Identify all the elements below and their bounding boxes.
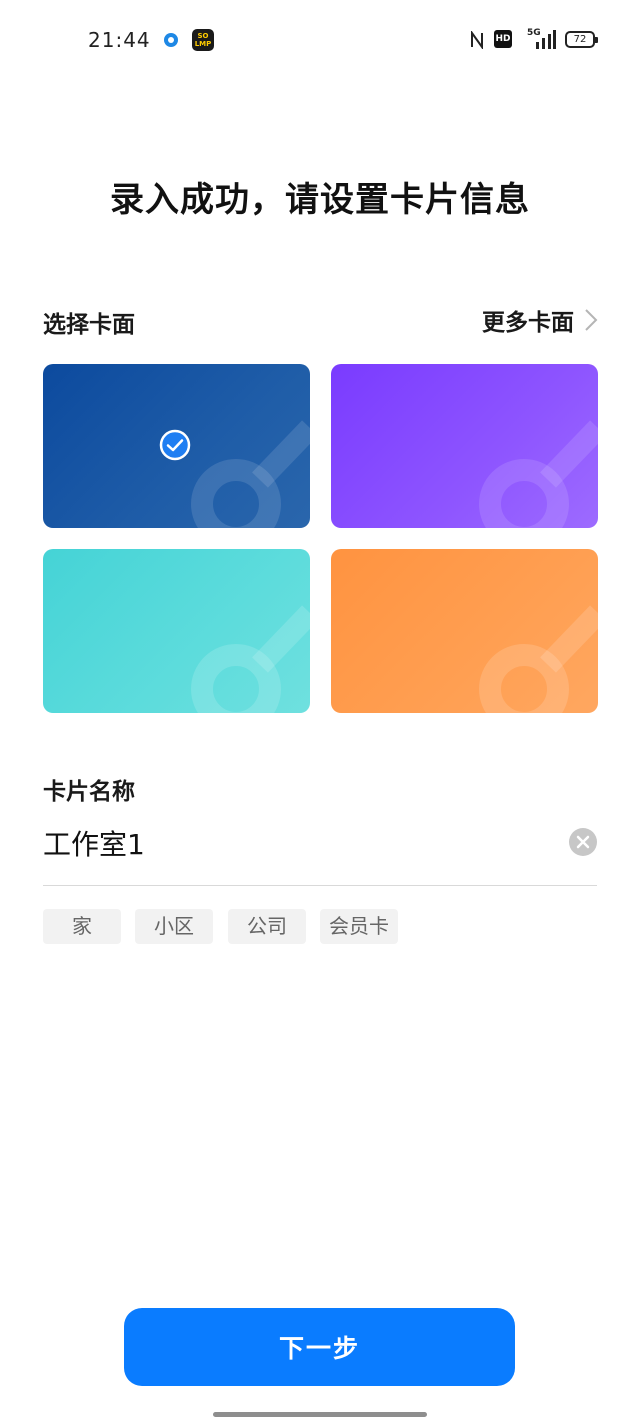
card-face-blue[interactable] [43,364,310,528]
page-title: 录入成功，请设置卡片信息 [110,180,530,220]
status-bar: 21:44 SO LMP HD 5G 72 [0,0,640,80]
signal-icon [536,30,556,49]
card-name-input[interactable] [43,818,553,868]
next-step-button[interactable]: 下一步 [124,1308,515,1386]
key-watermark-icon [191,605,310,713]
card-face-purple[interactable] [331,364,598,528]
card-face-teal[interactable] [43,549,310,713]
name-chip-home[interactable]: 家 [43,909,121,944]
app-badge-icon: SO LMP [192,29,214,51]
input-divider [43,885,597,886]
card-face-label: 选择卡面 [43,312,135,338]
chevron-right-icon [585,309,598,331]
name-chip-company[interactable]: 公司 [228,909,306,944]
card-face-orange[interactable] [331,549,598,713]
battery-icon: 72 [565,31,598,48]
hd-icon: HD [494,30,512,48]
name-chip-community[interactable]: 小区 [135,909,213,944]
clear-input-icon[interactable] [569,828,597,856]
key-watermark-icon [479,420,598,528]
name-chip-membership[interactable]: 会员卡 [320,909,398,944]
key-watermark-icon [191,420,310,528]
more-card-faces-label: 更多卡面 [482,310,574,336]
key-watermark-icon [479,605,598,713]
home-indicator[interactable] [213,1412,427,1417]
location-dot-icon [164,33,178,47]
status-time: 21:44 [88,28,151,52]
card-name-label: 卡片名称 [43,779,135,805]
nfc-icon [471,31,483,49]
selected-check-icon [159,429,191,461]
more-card-faces-link[interactable]: 更多卡面 [482,304,598,336]
